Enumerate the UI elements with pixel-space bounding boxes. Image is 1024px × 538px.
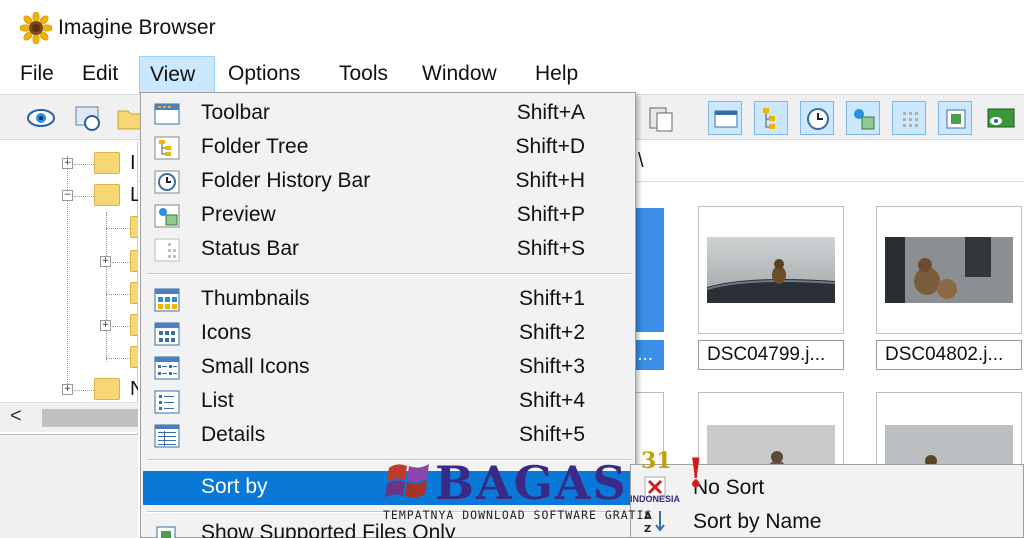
menu-item-label: List — [201, 389, 234, 412]
menu-item-status-bar[interactable]: Status Bar Shift+S — [145, 233, 631, 267]
menu-view[interactable]: View — [139, 56, 215, 94]
preview-icon — [854, 109, 875, 130]
windows-flag-logo-icon — [385, 464, 429, 498]
folder-icon[interactable] — [94, 378, 120, 400]
watermark-tagline: TEMPATNYA DOWNLOAD SOFTWARE GRATIS — [383, 508, 653, 522]
thumbnail-caption[interactable]: DSC04802.j... — [876, 340, 1022, 370]
folder-icon[interactable] — [94, 152, 120, 174]
menu-help[interactable]: Help — [525, 56, 588, 94]
menu-item-preview[interactable]: Preview Shift+P — [145, 199, 631, 233]
menu-item-label: Folder History Bar — [201, 169, 371, 192]
menu-tools[interactable]: Tools — [329, 56, 398, 94]
menu-item-toolbar[interactable]: Toolbar Shift+A — [145, 97, 631, 131]
menu-options[interactable]: Options — [218, 56, 310, 94]
thumbnail-frame[interactable] — [876, 206, 1022, 334]
menu-item-shortcut: Shift+P — [516, 203, 585, 226]
tree-expand-icon[interactable]: + — [62, 158, 73, 169]
menu-item-label: Preview — [201, 203, 276, 226]
status-bar-icon — [903, 112, 918, 127]
menu-item-shortcut: Shift+A — [516, 101, 585, 124]
thumbnail-icon — [946, 109, 966, 129]
watermark-region: INDONESIA — [630, 494, 681, 504]
filter-icon — [156, 526, 176, 538]
photo-monkeys-group — [885, 237, 1013, 303]
thumbnail-caption[interactable]: DSC04799.j... — [698, 340, 844, 370]
menu-item-shortcut: Shift+S — [516, 237, 585, 260]
exclamation-icon: ! — [687, 450, 705, 497]
menu-item-label: Toolbar — [201, 101, 270, 124]
watermark-number: 31 — [641, 448, 672, 474]
menu-item-label: Thumbnails — [201, 287, 310, 310]
list-view-icon — [154, 390, 180, 414]
scroll-left-arrow-icon[interactable]: < — [10, 405, 22, 428]
menu-item-thumbnails[interactable]: Thumbnails Shift+1 — [145, 283, 631, 317]
menu-item-label: Status Bar — [201, 237, 300, 260]
tree-expand-icon[interactable]: + — [100, 320, 111, 331]
menu-item-small-icons[interactable]: Small Icons Shift+3 — [145, 351, 631, 385]
menu-item-list[interactable]: List Shift+4 — [145, 385, 631, 419]
eye-icon[interactable] — [24, 101, 58, 135]
folder-tree-icon — [154, 136, 180, 160]
menu-item-label: Icons — [201, 321, 252, 344]
menu-item-label: Small Icons — [201, 355, 310, 378]
menu-item-shortcut: Shift+4 — [519, 389, 585, 412]
menu-item-shortcut: Shift+1 — [519, 287, 585, 310]
window-icon — [714, 110, 738, 128]
window-title: Imagine Browser — [58, 16, 216, 39]
sunflower-logo-icon — [20, 12, 52, 44]
menu-separator — [147, 273, 631, 275]
menu-item-label: Details — [201, 423, 266, 446]
small-icons-icon — [154, 356, 180, 380]
menu-bar: File Edit View Options Tools Window Help — [0, 56, 1024, 94]
menu-window[interactable]: Window — [412, 56, 507, 94]
menu-item-shortcut: Shift+2 — [519, 321, 585, 344]
preview-icon — [154, 204, 180, 228]
menu-item-folder-history-bar[interactable]: Folder History Bar Shift+H — [145, 165, 631, 199]
menu-item-shortcut: Shift+3 — [519, 355, 585, 378]
address-path: \ — [638, 150, 644, 172]
preview-toggle-button[interactable] — [846, 101, 880, 135]
menu-item-shortcut: Shift+H — [515, 169, 585, 192]
title-bar: Imagine Browser — [0, 0, 1024, 56]
clock-icon — [807, 108, 829, 130]
tree-expand-icon[interactable]: + — [100, 256, 111, 267]
folder-tree-panel: + I − L + + + N — [0, 142, 144, 434]
status-bar-icon — [154, 238, 180, 262]
thumbnails-icon — [154, 288, 180, 312]
tree-expand-icon[interactable]: + — [62, 384, 73, 395]
folder-icon[interactable] — [94, 184, 120, 206]
scroll-thumb[interactable] — [42, 409, 138, 427]
paste-icon[interactable] — [644, 101, 678, 135]
thumbnail-view-button[interactable] — [938, 101, 972, 135]
slideshow-icon[interactable] — [984, 101, 1018, 135]
toolbar-icon — [154, 103, 180, 125]
browse-icon[interactable] — [72, 101, 106, 135]
thumbnail-frame[interactable] — [698, 206, 844, 334]
menu-item-details[interactable]: Details Shift+5 — [145, 419, 631, 453]
watermark-brand: BAGAS — [435, 456, 628, 510]
menu-file[interactable]: File — [10, 56, 64, 94]
menu-item-folder-tree[interactable]: Folder Tree Shift+D — [145, 131, 631, 165]
menu-item-label: Folder Tree — [201, 135, 309, 158]
history-bar-toggle-button[interactable] — [800, 101, 834, 135]
tree-icon — [763, 108, 775, 129]
menu-item-icons[interactable]: Icons Shift+2 — [145, 317, 631, 351]
statusbar-toggle-button[interactable] — [892, 101, 926, 135]
menu-item-shortcut: Shift+D — [515, 135, 585, 158]
watermark: BAGAS 31 INDONESIA ! TEMPATNYA DOWNLOAD … — [383, 448, 725, 530]
menu-item-label: Sort by — [201, 475, 268, 498]
menu-item-shortcut: Shift+5 — [519, 423, 585, 446]
photo-monkey-on-car — [707, 237, 835, 303]
tree-horizontal-scrollbar[interactable]: < — [0, 402, 138, 432]
icons-view-icon — [154, 322, 180, 346]
toolbar-toggle-button[interactable] — [708, 101, 742, 135]
menu-edit[interactable]: Edit — [72, 56, 128, 94]
details-view-icon — [154, 424, 180, 448]
tree-collapse-icon[interactable]: − — [62, 190, 73, 201]
preview-panel — [0, 434, 138, 538]
history-icon — [154, 170, 180, 194]
folder-tree-toggle-button[interactable] — [754, 101, 788, 135]
